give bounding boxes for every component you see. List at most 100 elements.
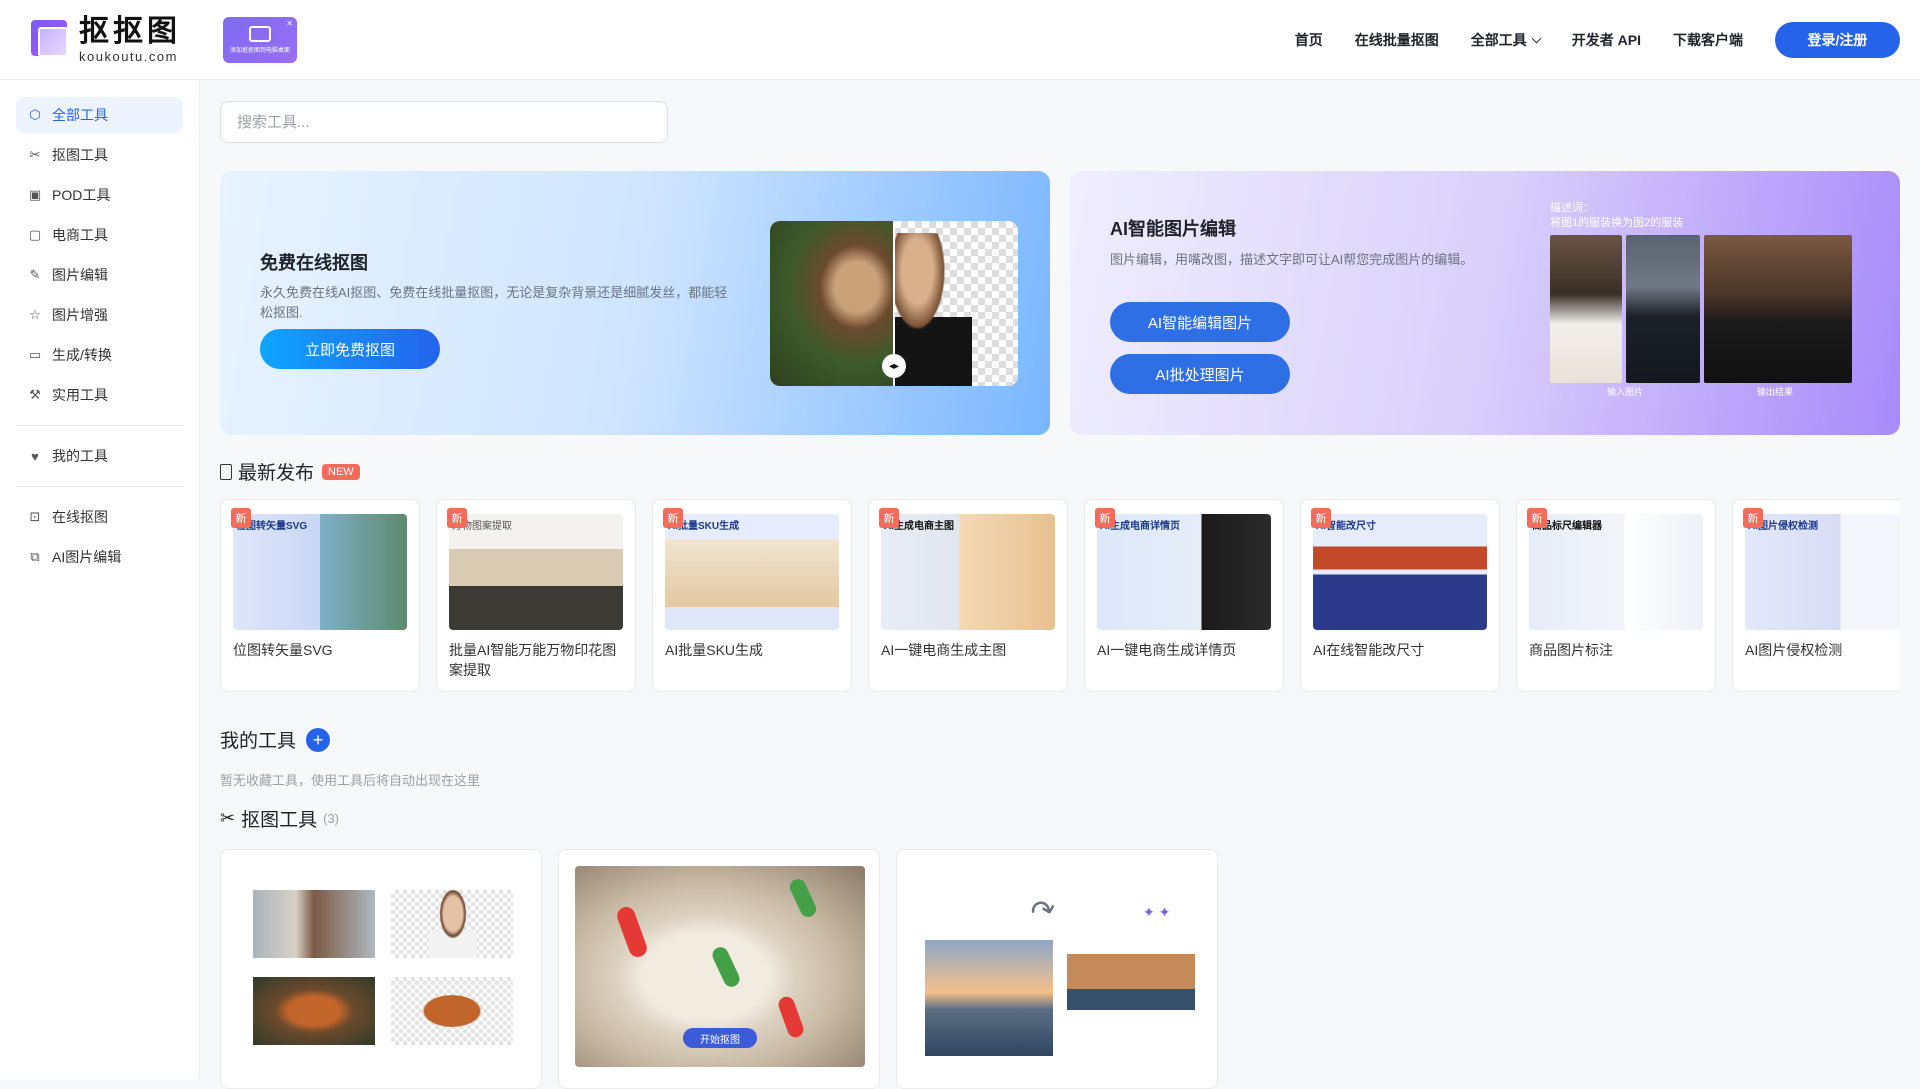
sidebar-item-label: 生成/转换 (52, 347, 112, 363)
before-after-image[interactable]: ◂▸ (770, 221, 1018, 386)
bag-icon: ▢ (28, 227, 42, 242)
nav-home[interactable]: 首页 (1295, 30, 1323, 50)
tool-card-name: AI在线智能改尺寸 (1313, 642, 1425, 658)
output-image (1704, 235, 1852, 383)
arrow-icon: ↷ (1027, 892, 1060, 931)
sidebar-item-ai-edit[interactable]: ⧉ AI图片编辑 (16, 539, 183, 575)
sidebar-item-label: 电商工具 (52, 227, 108, 243)
city-original (925, 940, 1053, 1056)
compare-handle-icon[interactable]: ◂▸ (882, 354, 906, 378)
sidebar-item-label: 图片增强 (52, 307, 108, 323)
banner-free-cutout[interactable]: 免费在线抠图 永久免费在线AI抠图、免费在线批量抠图，无论是复杂背景还是细腻发丝… (220, 171, 1050, 435)
sidebar-item-label: 在线抠图 (52, 509, 108, 525)
cutout-tool-card[interactable]: ↷ ✦ ✦ (896, 849, 1218, 1089)
nav-all-tools[interactable]: 全部工具 (1471, 30, 1542, 50)
sidebar-item-ecommerce[interactable]: ▢ 电商工具 (16, 217, 183, 253)
sidebar-item-enhance[interactable]: ☆ 图片增强 (16, 297, 183, 333)
close-icon[interactable]: ✕ (286, 19, 293, 28)
new-tag: 新 (1743, 508, 1763, 528)
sidebar-item-label: 我的工具 (52, 448, 108, 464)
portrait-cutout (391, 890, 513, 958)
banner-title: 免费在线抠图 (260, 253, 368, 273)
sidebar-item-label: 图片编辑 (52, 267, 108, 283)
section-count: (3) (323, 811, 339, 826)
section-title-text: 抠图工具 (241, 810, 318, 831)
sidebar-item-image-edit[interactable]: ✎ 图片编辑 (16, 257, 183, 293)
tool-card-name: AI一键电商生成主图 (881, 642, 1007, 658)
new-tag: 新 (1095, 508, 1115, 528)
cutout-tool-card[interactable]: 开始抠图 (558, 849, 880, 1089)
logo-domain: koukoutu.com (79, 49, 178, 64)
latest-cards: 新位图转矢量SVG 位图转矢量SVG 新万物图案提取 批量AI智能万能万物印花图案提… (220, 499, 1900, 692)
new-tag: 新 (1311, 508, 1331, 528)
sidebar-item-label: 抠图工具 (52, 147, 108, 163)
new-tag: 新 (879, 508, 899, 528)
tool-card[interactable]: 新 AI生成电商详情页 AI一键电商生成详情页 (1084, 499, 1284, 692)
cutout-tool-card[interactable] (220, 849, 542, 1089)
hat-photo: 开始抠图 (575, 866, 865, 1067)
search-input[interactable] (220, 101, 668, 143)
ai-edit-example: 描述词： 将图1的服装换为图2的服装 输入图片 输出结果 (1550, 201, 1870, 401)
tool-card[interactable]: 新商品标尺编辑器 商品图片标注 (1516, 499, 1716, 692)
nav-developer-api[interactable]: 开发者 API (1572, 30, 1641, 50)
tool-card-name: 位图转矢量SVG (233, 642, 333, 658)
portrait-original (253, 890, 375, 958)
tool-card[interactable]: 新万物图案提取 批量AI智能万能万物印花图案提取 (436, 499, 636, 692)
tool-card-name: 批量AI智能万能万物印花图案提取 (449, 642, 617, 678)
logo-mark-icon (31, 20, 71, 60)
tool-card[interactable]: 新位图转矢量SVG 位图转矢量SVG (220, 499, 420, 692)
logo[interactable]: 抠抠图 koukoutu.com (31, 17, 181, 63)
new-tag: 新 (663, 508, 683, 528)
banner-title: AI智能图片编辑 (1110, 219, 1236, 239)
example-caption: 描述词： (1550, 202, 1594, 214)
ai-edit-button[interactable]: AI智能编辑图片 (1110, 302, 1290, 342)
dog-cutout (391, 977, 513, 1045)
logo-text: 抠抠图 (79, 15, 181, 48)
sidebar-item-all-tools[interactable]: ⬡ 全部工具 (16, 97, 183, 133)
box-icon: ⬡ (29, 107, 41, 122)
sidebar-item-utility[interactable]: ⚒ 实用工具 (16, 377, 183, 413)
desktop-promo-badge[interactable]: ✕ 添加抠抠图到电脑桌面 (223, 17, 297, 63)
nav-batch-cutout[interactable]: 在线批量抠图 (1355, 30, 1439, 50)
sidebar-item-generate[interactable]: ▭ 生成/转换 (16, 337, 183, 373)
tool-card[interactable]: 新 AI智能改尺寸 AI在线智能改尺寸 (1300, 499, 1500, 692)
divider (16, 486, 183, 487)
tool-card-name: AI批量SKU生成 (665, 642, 764, 658)
cutout-tools-title: ✂ 抠图工具 (3) (220, 805, 339, 832)
sidebar-item-pod[interactable]: ▣ POD工具 (16, 177, 183, 213)
tool-card[interactable]: 新 AI图片侵权检测 AI图片侵权检测 (1732, 499, 1900, 692)
cutout-cards: 开始抠图 ↷ ✦ ✦ (220, 849, 1218, 1089)
banner-ai-edit[interactable]: AI智能图片编辑 图片编辑，用嘴改图，描述文字即可让AI帮您完成图片的编辑。 A… (1070, 171, 1900, 435)
edit-icon: ⧉ (30, 549, 40, 564)
top-nav: 首页 在线批量抠图 全部工具 开发者 API 下载客户端 登录/注册 (1295, 22, 1900, 58)
banner-desc: 永久免费在线AI抠图、免费在线批量抠图，无论是复杂背景还是细腻发丝，都能轻松抠图… (260, 285, 728, 320)
sidebar-item-label: POD工具 (52, 187, 111, 203)
new-tag: 新 (231, 508, 251, 528)
sidebar-item-my-tools[interactable]: ♥ 我的工具 (16, 438, 183, 474)
section-title-text: 最新发布 (238, 463, 315, 484)
tool-card-name: 商品图片标注 (1529, 642, 1613, 658)
banner-desc: 图片编辑，用嘴改图，描述文字即可让AI帮您完成图片的编辑。 (1110, 252, 1474, 267)
divider (16, 425, 183, 426)
latest-section-title: 最新发布 NEW (220, 458, 360, 485)
shirt-icon: ▣ (28, 187, 42, 202)
add-tool-button[interactable]: + (306, 727, 331, 752)
chevron-down-icon (1531, 33, 1542, 44)
free-cutout-button[interactable]: 立即免费抠图 (260, 329, 440, 369)
login-button[interactable]: 登录/注册 (1775, 22, 1900, 58)
my-tools-title: 我的工具 + (220, 726, 331, 753)
nav-download-client[interactable]: 下载客户端 (1673, 30, 1743, 50)
ai-batch-button[interactable]: AI批处理图片 (1110, 354, 1290, 394)
my-tools-empty-text: 暂无收藏工具，使用工具后将自动出现在这里 (220, 773, 481, 788)
section-title-text: 我的工具 (220, 731, 297, 752)
input-image-1 (1550, 235, 1622, 383)
main-content: 免费在线抠图 永久免费在线AI抠图、免费在线批量抠图，无论是复杂背景还是细腻发丝… (200, 80, 1920, 1089)
sidebar-item-online-cutout[interactable]: ⊡ 在线抠图 (16, 499, 183, 535)
tool-card[interactable]: 新 AI生成电商主图 AI一键电商生成主图 (868, 499, 1068, 692)
start-cutout-button[interactable]: 开始抠图 (683, 1028, 757, 1048)
tool-card[interactable]: 新 AI批量SKU生成 AI批量SKU生成 (652, 499, 852, 692)
sidebar-item-cutout[interactable]: ✂ 抠图工具 (16, 137, 183, 173)
document-icon (220, 463, 232, 480)
example-prompt: 将图1的服装换为图2的服装 (1550, 217, 1684, 229)
scissors-icon: ✂ (220, 808, 236, 828)
